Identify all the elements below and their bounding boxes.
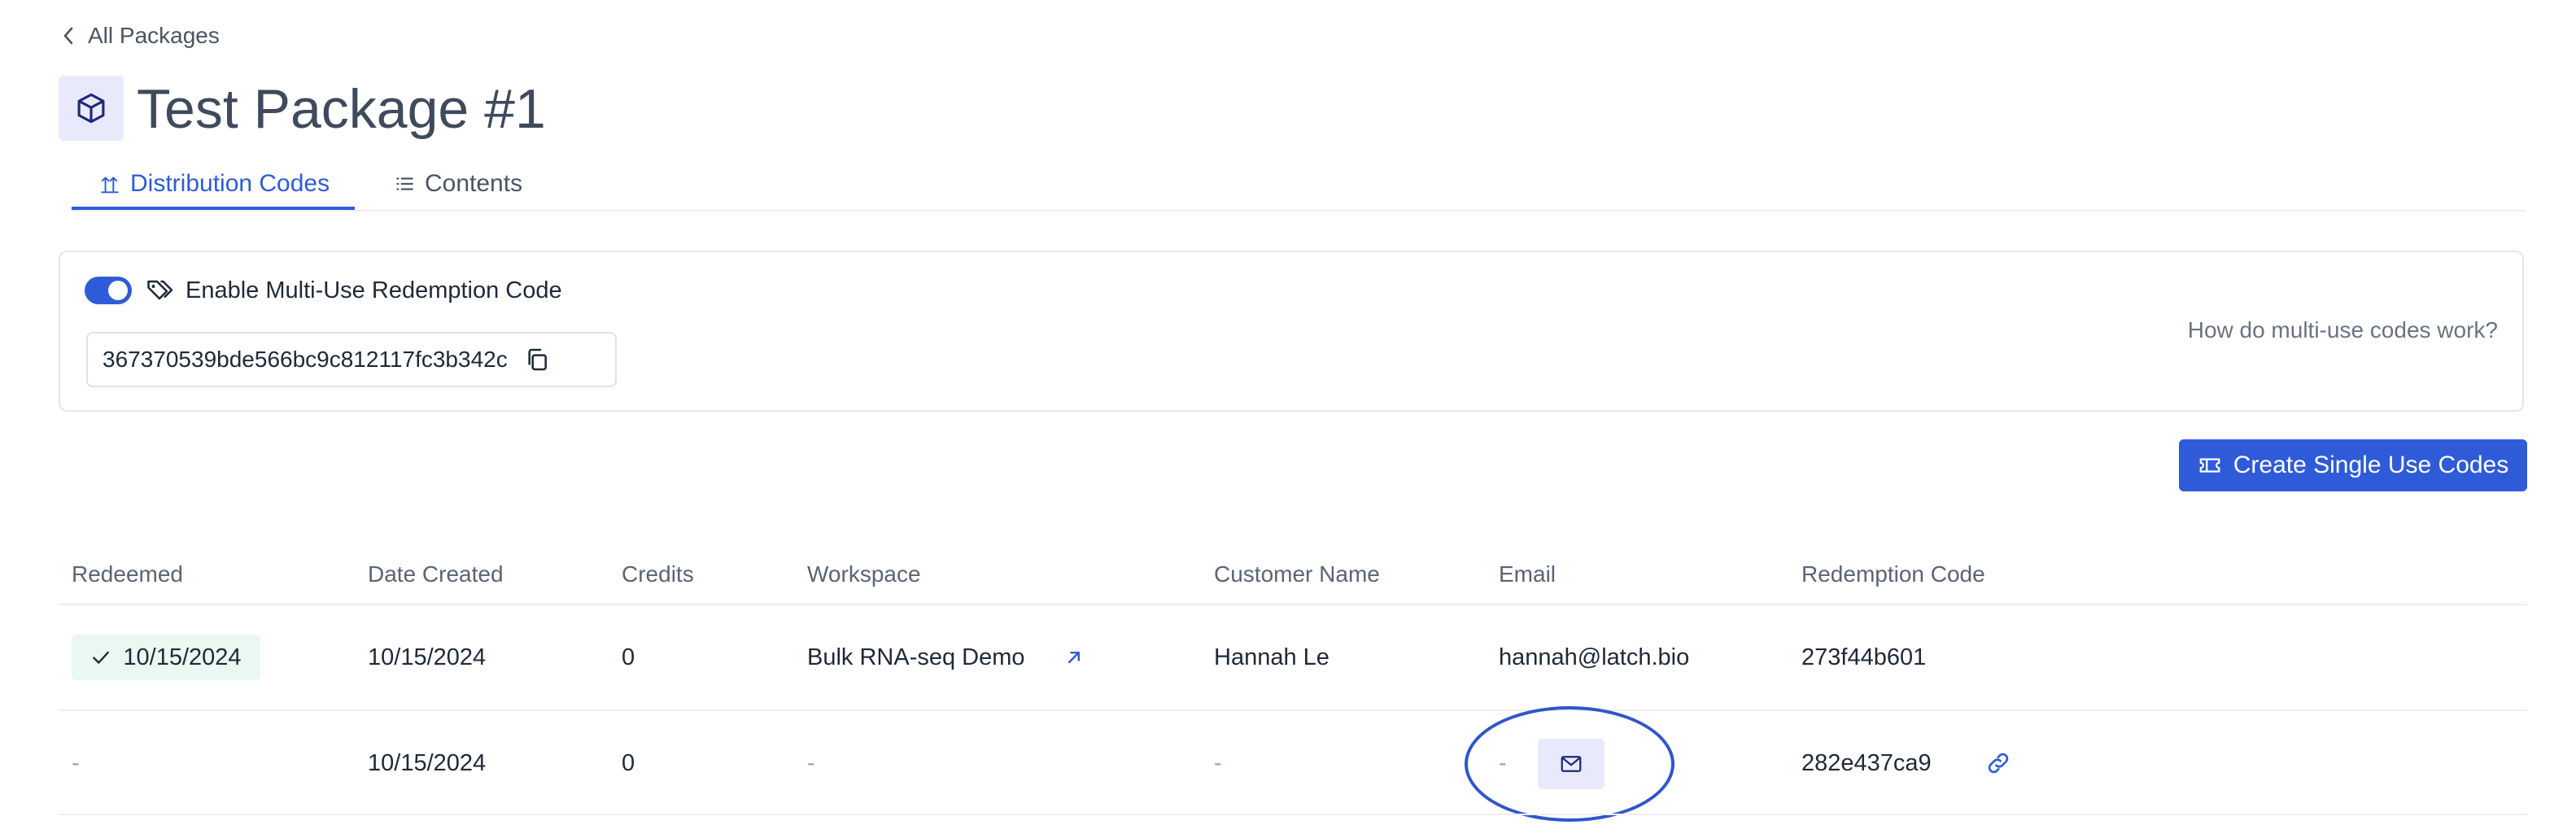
row-divider: [59, 814, 2527, 815]
multi-use-help-link[interactable]: How do multi-use codes work?: [2188, 317, 2498, 343]
create-single-use-codes-button[interactable]: Create Single Use Codes: [2179, 439, 2527, 491]
column-header-email: Email: [1499, 561, 1557, 587]
column-header-workspace: Workspace: [807, 561, 921, 587]
header-divider: [59, 604, 2527, 605]
multi-use-label: Enable Multi-Use Redemption Code: [186, 277, 562, 303]
back-link[interactable]: All Packages: [62, 20, 220, 52]
customer-name-cell: -: [1214, 750, 1222, 776]
external-link-icon[interactable]: [1063, 646, 1085, 669]
workspace-cell: Bulk RNA-seq Demo: [807, 644, 1025, 670]
tags-icon: [145, 277, 174, 306]
credits-cell: 0: [622, 644, 635, 670]
redeemed-date: 10/15/2024: [123, 644, 242, 670]
date-created-cell: 10/15/2024: [368, 644, 487, 670]
create-single-use-codes-label: Create Single Use Codes: [2233, 452, 2509, 478]
column-header-customer-name: Customer Name: [1214, 561, 1380, 587]
redemption-code-cell: 273f44b601: [1801, 644, 1927, 670]
package-icon-tile: [59, 76, 124, 141]
page-title: Test Package #1: [137, 78, 546, 140]
multi-use-code: 367370539bde566bc9c812117fc3b342c: [103, 347, 508, 372]
tab-distribution-codes-label: Distribution Codes: [130, 170, 330, 197]
email-cell: hannah@latch.bio: [1499, 644, 1690, 670]
column-header-credits: Credits: [622, 561, 694, 587]
upload-arrows-icon: [99, 173, 120, 194]
redemption-code-cell: 282e437ca9: [1801, 750, 1932, 776]
copy-icon[interactable]: [524, 347, 550, 373]
redeemed-badge: 10/15/2024: [72, 635, 260, 680]
tab-contents[interactable]: Contents: [394, 159, 522, 208]
multi-use-toggle[interactable]: [85, 277, 132, 304]
column-header-redeemed: Redeemed: [72, 561, 183, 587]
tab-contents-label: Contents: [425, 170, 523, 197]
back-link-label: All Packages: [88, 23, 220, 48]
date-created-cell: 10/15/2024: [368, 750, 487, 776]
annotation-circle: [1465, 706, 1674, 822]
tab-distribution-codes[interactable]: Distribution Codes: [99, 159, 330, 208]
list-icon: [394, 173, 415, 194]
multi-use-code-field: 367370539bde566bc9c812117fc3b342c: [86, 332, 617, 387]
column-header-redemption-code: Redemption Code: [1801, 561, 1985, 587]
customer-name-cell: Hannah Le: [1214, 644, 1329, 670]
workspace-cell: -: [807, 750, 815, 776]
chevron-left-icon: [62, 26, 75, 46]
multi-use-code-card: [59, 251, 2524, 412]
link-icon[interactable]: [1985, 750, 2011, 776]
ticket-icon: [2198, 453, 2222, 478]
redeemed-cell: -: [72, 750, 80, 776]
row-divider: [59, 709, 2527, 711]
cube-icon: [74, 91, 108, 125]
tabs-divider: [72, 210, 2526, 212]
check-icon: [90, 647, 111, 668]
column-header-date-created: Date Created: [368, 561, 504, 587]
toggle-knob: [108, 281, 128, 300]
credits-cell: 0: [622, 750, 635, 776]
